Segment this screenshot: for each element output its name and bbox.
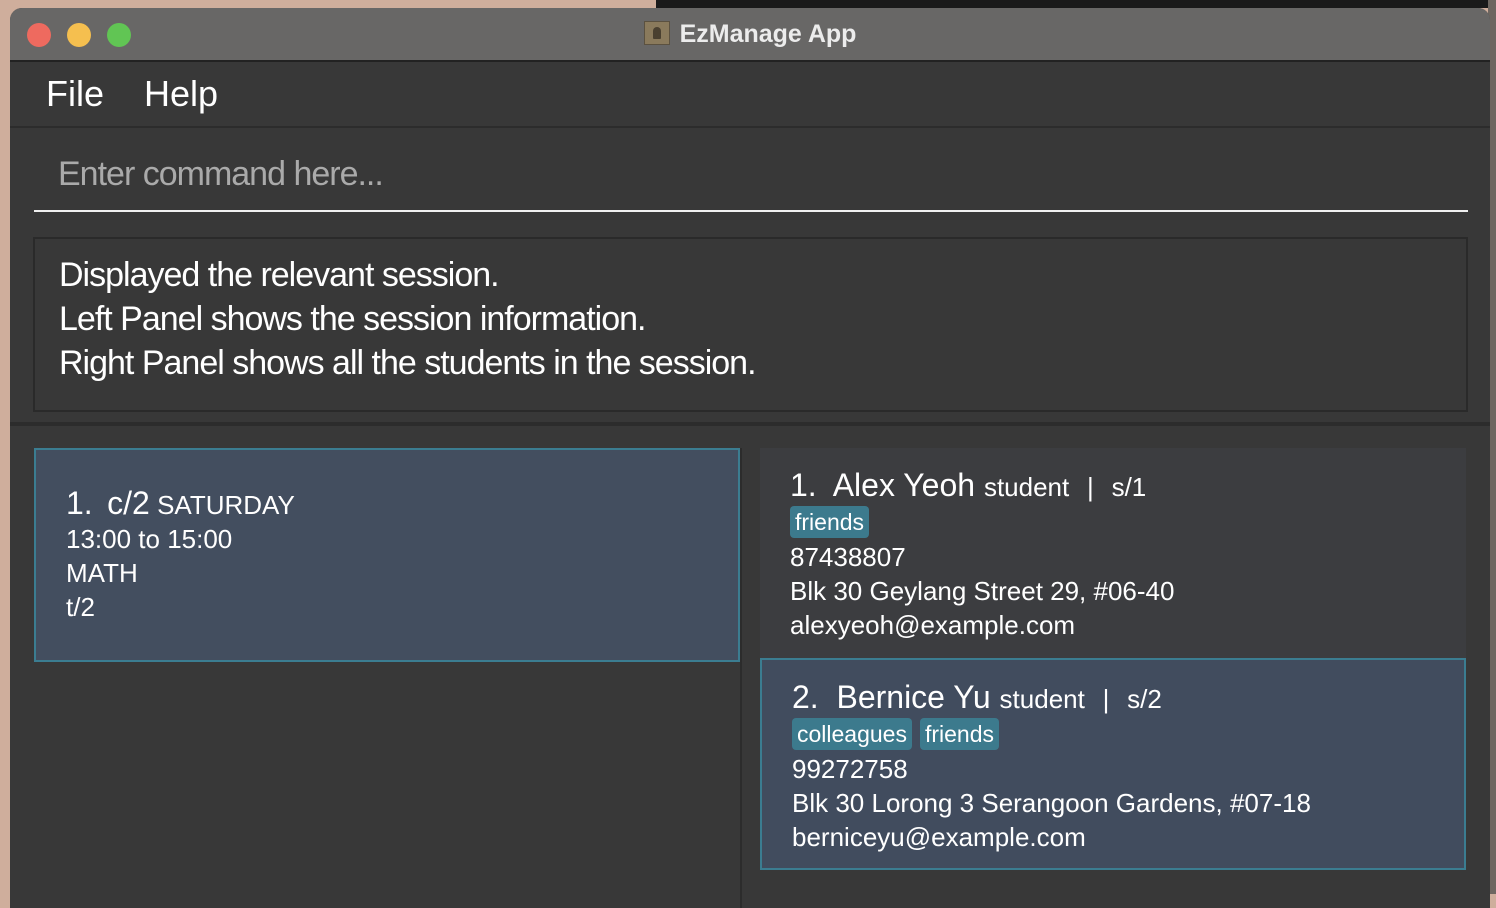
- menu-help[interactable]: Help: [144, 73, 218, 115]
- student-card-selected[interactable]: 2. Bernice Yu student | s/2 colleagues fr…: [760, 658, 1466, 870]
- result-line: Displayed the relevant session.: [59, 256, 500, 294]
- student-role: student: [983, 472, 1070, 502]
- separator: |: [1087, 472, 1094, 502]
- result-display: Displayed the relevant session. Left Pan…: [33, 237, 1468, 412]
- session-card[interactable]: 1. c/2 SATURDAY 13:00 to 15:00 MATH t/2: [34, 448, 740, 662]
- student-card[interactable]: 1. Alex Yeoh student | s/1 friends 87438…: [760, 448, 1466, 660]
- command-input[interactable]: [34, 138, 1468, 210]
- tag: friends: [790, 506, 870, 538]
- result-line: Right Panel shows all the students in th…: [59, 344, 757, 382]
- divider: [10, 422, 1490, 426]
- session-index: 1.: [66, 485, 93, 521]
- student-role: student: [999, 684, 1085, 714]
- window-title-text: EzManage App: [679, 20, 857, 48]
- student-name: Bernice Yu: [836, 679, 991, 715]
- command-box: [34, 138, 1468, 212]
- student-phone: 87438807: [790, 542, 906, 572]
- session-tutor: t/2: [66, 592, 95, 622]
- result-line: Left Panel shows the session information…: [59, 300, 646, 338]
- menu-bar: File Help: [10, 62, 1490, 128]
- separator: |: [1102, 684, 1110, 714]
- tag: friends: [919, 718, 1000, 750]
- student-id: s/2: [1127, 684, 1162, 714]
- session-subject: MATH: [66, 558, 138, 588]
- student-email: alexyeoh@example.com: [790, 610, 1076, 640]
- title-bar: EzManage App: [10, 8, 1490, 62]
- student-phone: 99272758: [792, 754, 908, 784]
- student-address: Blk 30 Geylang Street 29, #06-40: [790, 576, 1175, 606]
- tag: colleagues: [792, 718, 912, 750]
- student-name: Alex Yeoh: [832, 467, 976, 503]
- menu-file[interactable]: File: [46, 73, 104, 115]
- session-day: SATURDAY: [157, 490, 295, 520]
- panel-separator: [740, 448, 742, 908]
- window-title: EzManage App: [10, 20, 1490, 49]
- student-id: s/1: [1111, 472, 1147, 502]
- student-list-panel: 1. Alex Yeoh student | s/1 friends 87438…: [760, 448, 1466, 908]
- session-time: 13:00 to 15:00: [66, 524, 233, 554]
- student-address: Blk 30 Lorong 3 Serangoon Gardens, #07-1…: [792, 788, 1311, 818]
- app-window: EzManage App File Help Displayed the rel…: [10, 8, 1490, 908]
- session-code: c/2: [107, 485, 150, 521]
- desktop-background: [656, 0, 1496, 8]
- session-list-panel: 1. c/2 SATURDAY 13:00 to 15:00 MATH t/2: [34, 448, 740, 908]
- student-index: 1.: [790, 467, 817, 503]
- student-email: berniceyu@example.com: [792, 822, 1086, 852]
- app-icon: [643, 21, 670, 45]
- student-index: 2.: [792, 679, 819, 715]
